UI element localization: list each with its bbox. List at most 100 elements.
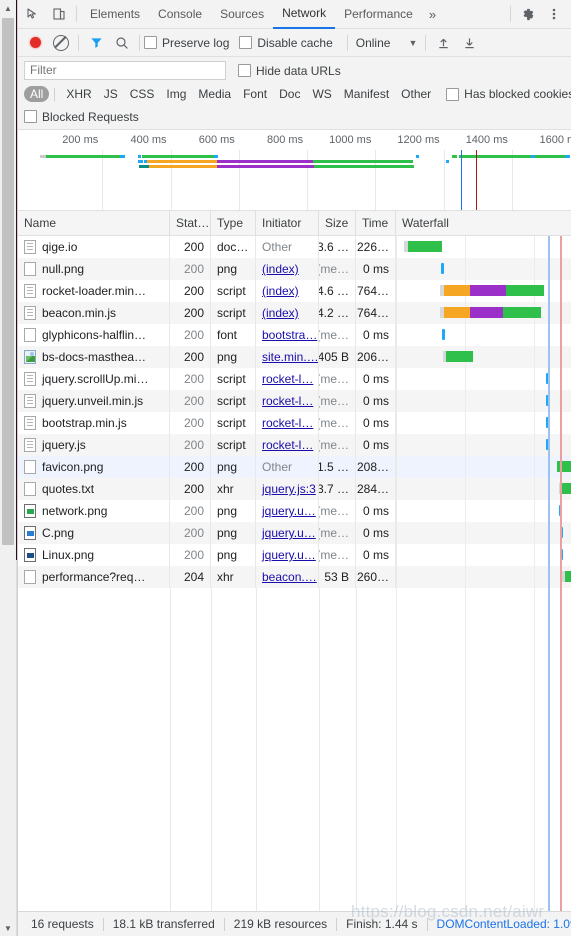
cell-name[interactable]: Linux.png bbox=[18, 544, 170, 566]
table-row[interactable]: jquery.scrollUp.mi… 200 script rocket-l… (me… bbox=[18, 368, 571, 390]
cell-name[interactable]: jquery.unveil.min.js bbox=[18, 390, 170, 412]
cell-initiator[interactable]: jquery.u… bbox=[256, 544, 319, 566]
scrollbar-thumb[interactable] bbox=[2, 18, 14, 545]
cell-initiator[interactable]: (index) bbox=[256, 258, 319, 280]
table-row[interactable]: bs-docs-masthea… 200 png site.min.… 405 B 206… bbox=[18, 346, 571, 368]
table-row[interactable]: beacon.min.js 200 script (index) 4.2 … 764… bbox=[18, 302, 571, 324]
cell-initiator[interactable]: site.min.… bbox=[256, 346, 319, 368]
device-toolbar-icon[interactable] bbox=[46, 1, 72, 27]
cell-initiator[interactable]: rocket-l… bbox=[256, 434, 319, 456]
tab-console[interactable]: Console bbox=[149, 1, 211, 28]
table-row[interactable]: quotes.txt 200 xhr jquery.js:3 3.7 … 284… bbox=[18, 478, 571, 500]
table-row[interactable]: performance?req… 204 xhr beacon.… 53 B 260… bbox=[18, 566, 571, 588]
cell-name[interactable]: jquery.js bbox=[18, 434, 170, 456]
table-row[interactable]: Linux.png 200 png jquery.u… (me… 0 ms bbox=[18, 544, 571, 566]
tab-elements[interactable]: Elements bbox=[81, 1, 149, 28]
cell-initiator[interactable]: (index) bbox=[256, 280, 319, 302]
throttling-select[interactable]: Online bbox=[352, 36, 395, 50]
cell-name[interactable]: favicon.png bbox=[18, 456, 170, 478]
cell-name[interactable]: bootstrap.min.js bbox=[18, 412, 170, 434]
column-header-size[interactable]: Size bbox=[319, 211, 356, 235]
preserve-log-box[interactable] bbox=[144, 36, 157, 49]
filter-type-doc[interactable]: Doc bbox=[273, 86, 306, 102]
filter-type-xhr[interactable]: XHR bbox=[60, 86, 97, 102]
filter-type-other[interactable]: Other bbox=[395, 86, 437, 102]
cell-name[interactable]: network.png bbox=[18, 500, 170, 522]
disable-cache-box[interactable] bbox=[239, 36, 253, 49]
table-row[interactable]: bootstrap.min.js 200 script rocket-l… (me… 0 … bbox=[18, 412, 571, 434]
cell-status: 200 bbox=[170, 368, 211, 390]
table-row[interactable]: null.png 200 png (index) (me… 0 ms bbox=[18, 258, 571, 280]
column-header-stat[interactable]: Stat… bbox=[170, 211, 211, 235]
inspect-cursor-icon[interactable] bbox=[20, 1, 46, 27]
filter-type-css[interactable]: CSS bbox=[124, 86, 161, 102]
vertical-dots-icon[interactable] bbox=[541, 1, 567, 27]
network-settings-gear-icon[interactable] bbox=[565, 30, 571, 56]
cell-name[interactable]: C.png bbox=[18, 522, 170, 544]
more-tabs-icon[interactable]: » bbox=[422, 7, 443, 22]
network-overview[interactable]: 200 ms 400 ms 600 ms 800 ms 1000 ms 1200 ms 14… bbox=[18, 130, 571, 211]
page-scrollbar[interactable]: ▲ ▼ bbox=[0, 0, 17, 936]
column-header-waterfall[interactable]: Waterfall▲ bbox=[396, 211, 571, 235]
scroll-up-arrow[interactable]: ▲ bbox=[0, 0, 16, 16]
cell-name[interactable]: bs-docs-masthea… bbox=[18, 346, 170, 368]
cell-name[interactable]: jquery.scrollUp.mi… bbox=[18, 368, 170, 390]
table-row[interactable]: jquery.js 200 script rocket-l… (me… 0 ms bbox=[18, 434, 571, 456]
gear-icon[interactable] bbox=[515, 1, 541, 27]
table-row[interactable]: favicon.png 200 png Other 1.5 … 208… bbox=[18, 456, 571, 478]
chevron-down-icon[interactable]: ▼ bbox=[408, 38, 417, 48]
has-blocked-cookies-box[interactable] bbox=[446, 87, 460, 101]
cell-name[interactable]: qige.io bbox=[18, 236, 170, 258]
cell-name[interactable]: glyphicons-halflin… bbox=[18, 324, 170, 346]
waterfall-load-line bbox=[560, 544, 562, 566]
table-row[interactable]: qige.io 200 doc… Other 3.6 … 226… bbox=[18, 236, 571, 258]
table-row[interactable]: C.png 200 png jquery.u… (me… 0 ms bbox=[18, 522, 571, 544]
record-button-icon[interactable] bbox=[22, 30, 48, 56]
tab-performance[interactable]: Performance bbox=[335, 1, 422, 28]
export-har-icon[interactable] bbox=[456, 30, 482, 56]
column-header-type[interactable]: Type bbox=[211, 211, 256, 235]
table-row[interactable]: jquery.unveil.min.js 200 script rocket-l… (m… bbox=[18, 390, 571, 412]
cell-name[interactable]: rocket-loader.min… bbox=[18, 280, 170, 302]
cell-initiator[interactable]: rocket-l… bbox=[256, 368, 319, 390]
blocked-requests-box[interactable] bbox=[24, 110, 37, 123]
filter-type-manifest[interactable]: Manifest bbox=[338, 86, 395, 102]
cell-initiator[interactable]: bootstra… bbox=[256, 324, 319, 346]
import-har-icon[interactable] bbox=[430, 30, 456, 56]
cell-initiator[interactable]: rocket-l… bbox=[256, 390, 319, 412]
scroll-down-arrow[interactable]: ▼ bbox=[0, 920, 16, 936]
filter-type-js[interactable]: JS bbox=[98, 86, 124, 102]
cell-name[interactable]: null.png bbox=[18, 258, 170, 280]
clear-icon[interactable] bbox=[48, 30, 74, 56]
cell-name[interactable]: beacon.min.js bbox=[18, 302, 170, 324]
search-icon[interactable] bbox=[109, 30, 135, 56]
disable-cache-checkbox[interactable]: Disable cache bbox=[239, 36, 342, 50]
table-row[interactable]: network.png 200 png jquery.u… (me… 0 ms bbox=[18, 500, 571, 522]
cell-name[interactable]: performance?req… bbox=[18, 566, 170, 588]
tab-sources[interactable]: Sources bbox=[211, 1, 273, 28]
filter-type-img[interactable]: Img bbox=[160, 86, 192, 102]
column-header-time[interactable]: Time bbox=[356, 211, 396, 235]
close-icon[interactable] bbox=[567, 1, 571, 27]
cell-initiator[interactable]: jquery.u… bbox=[256, 500, 319, 522]
filter-type-ws[interactable]: WS bbox=[306, 86, 337, 102]
filter-type-all[interactable]: All bbox=[24, 86, 50, 102]
column-header-name[interactable]: Name bbox=[18, 211, 170, 235]
table-row[interactable]: rocket-loader.min… 200 script (index) 4.6 … 7… bbox=[18, 280, 571, 302]
column-header-initiator[interactable]: Initiator bbox=[256, 211, 319, 235]
cell-initiator[interactable]: beacon.… bbox=[256, 566, 319, 588]
cell-initiator[interactable]: jquery.u… bbox=[256, 522, 319, 544]
cell-initiator[interactable]: jquery.js:3 bbox=[256, 478, 319, 500]
preserve-log-checkbox[interactable]: Preserve log bbox=[144, 36, 239, 50]
filter-type-font[interactable]: Font bbox=[237, 86, 273, 102]
hide-data-urls-box[interactable] bbox=[238, 64, 251, 77]
cell-initiator[interactable]: (index) bbox=[256, 302, 319, 324]
table-row[interactable]: glyphicons-halflin… 200 font bootstra… (me… 0… bbox=[18, 324, 571, 346]
cell-name[interactable]: quotes.txt bbox=[18, 478, 170, 500]
filter-funnel-icon[interactable] bbox=[83, 30, 109, 56]
filter-type-media[interactable]: Media bbox=[192, 86, 237, 102]
tabbar-divider bbox=[76, 6, 77, 22]
filter-input[interactable] bbox=[24, 61, 226, 80]
tab-network[interactable]: Network bbox=[273, 0, 336, 29]
cell-initiator[interactable]: rocket-l… bbox=[256, 412, 319, 434]
